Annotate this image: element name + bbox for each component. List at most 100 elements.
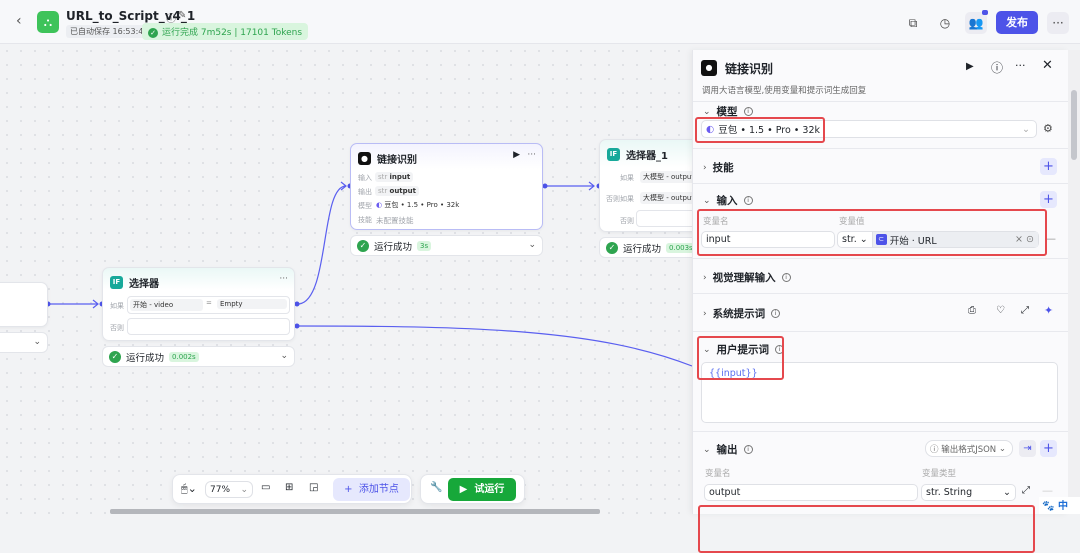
add-output-button[interactable]: + (1040, 440, 1057, 457)
vision-section: › 视觉理解输入 i (693, 258, 1069, 293)
panel-description: 调用大语言模型,使用变量和提示词生成回复 (702, 86, 867, 96)
history-icon[interactable]: ◷ (934, 12, 956, 34)
import-icon[interactable]: ⇥ (1019, 440, 1036, 457)
add-input-button[interactable]: + (1040, 191, 1057, 208)
add-skill-button[interactable]: + (1040, 158, 1057, 175)
section-label: 输出 (716, 444, 738, 456)
if-label: 如果 (620, 174, 634, 182)
node-config-panel: ● 链接识别 ▶ ⓘ ··· ✕ 调用大语言模型,使用变量和提示词生成回复 ⌄ 模… (692, 50, 1069, 553)
status-time: 3s (417, 240, 432, 251)
collaborators-icon[interactable]: 👥 (965, 12, 987, 34)
start-node[interactable] (0, 282, 48, 327)
section-label: 技能 (712, 162, 734, 174)
ime-indicator[interactable]: 🐾 中 (1039, 497, 1080, 514)
mouse-mode-icon[interactable]: 🖱⌄ (181, 482, 197, 496)
settings-icon[interactable]: ⚙ (1043, 122, 1053, 135)
status-text: 运行成功 (126, 352, 165, 364)
template-icon[interactable]: ⎙ (968, 305, 976, 316)
output-section: ⌄ 输出 i ⓘ 输出格式JSON ⌄ ⇥ + 变量名 变量类型 output st… (693, 431, 1069, 514)
chevron-down-icon: ⌄ (1003, 487, 1011, 498)
input-value: input (389, 173, 411, 181)
more-icon[interactable]: ··· (1015, 59, 1026, 72)
canvas-horizontal-scrollbar[interactable] (110, 509, 600, 514)
status-time: 0.002s (169, 351, 199, 362)
selector-node[interactable]: IF 选择器 ··· 如果 开始 - video = Empty 否则 (102, 267, 295, 341)
node-title: 选择器 (129, 279, 159, 290)
output-name-value: output (709, 487, 741, 498)
panel-scrollbar[interactable] (1068, 50, 1080, 514)
check-icon: ✓ (357, 239, 369, 252)
lightbulb-icon[interactable]: ♡ (996, 305, 1005, 316)
check-icon: ✓ (148, 28, 158, 38)
panel-title: 链接识别 (725, 62, 774, 76)
output-name-field[interactable]: output (704, 484, 918, 501)
test-run-label: 试运行 (474, 484, 505, 495)
column-header: 变量名 (705, 469, 731, 479)
copy-icon[interactable]: ⧉ (902, 12, 924, 34)
highlight-box (697, 209, 1047, 256)
run-status-badge: ✓ 运行完成 7m52s | 17101 Tokens (142, 23, 309, 40)
skill-label: 技能 (358, 216, 372, 224)
llm-icon: ● (358, 152, 371, 165)
if-icon: IF (110, 276, 123, 289)
link-recognition-node[interactable]: ● 链接识别 ▶ ··· 输入 str input 输出 str output 模… (350, 143, 543, 230)
remove-icon[interactable]: — (1042, 484, 1053, 497)
check-icon: ✓ (109, 350, 121, 363)
elif-condition: 大模型 - output (640, 192, 700, 204)
run-toolbar: 🔧 ▶ 试运行 (420, 474, 525, 504)
chevron-down-icon[interactable]: ⌄ (280, 351, 288, 361)
doubao-icon: ◐ (376, 201, 383, 209)
output-format-select[interactable]: ⓘ 输出格式JSON ⌄ (925, 440, 1013, 457)
else-label: 否则 (620, 217, 634, 225)
add-node-label: 添加节点 (358, 484, 399, 495)
run-icon[interactable]: ▶ (966, 61, 974, 72)
node-title: 选择器_1 (626, 151, 668, 162)
elif-label: 否则如果 (606, 195, 634, 203)
output-type-select[interactable]: str. String ⌄ (921, 484, 1016, 501)
edit-icon[interactable]: ✎ (178, 10, 186, 21)
if-condition: 大模型 - output (640, 171, 700, 183)
debug-icon[interactable]: 🔧 (430, 482, 442, 493)
play-icon[interactable]: ▶ (513, 150, 520, 160)
section-label: 视觉理解输入 (712, 272, 776, 284)
selector-status[interactable]: ✓ 运行成功 0.002s ⌄ (102, 346, 295, 367)
expand-icon[interactable]: ⤢ (1021, 305, 1029, 316)
minimap-icon[interactable]: ◲ (309, 482, 318, 493)
test-run-button[interactable]: ▶ 试运行 (448, 478, 516, 501)
condition-left: 开始 - video (130, 299, 203, 311)
input-type: str (378, 173, 388, 181)
output-label: 输出 (358, 188, 372, 196)
skills-section: › 技能 + (693, 148, 1069, 183)
start-node-status[interactable]: ⌄ (0, 332, 48, 353)
more-icon[interactable]: ··· (1047, 12, 1069, 34)
autosave-label: 已自动保存 16:53:46 (66, 25, 153, 38)
more-icon[interactable]: ··· (279, 274, 288, 284)
close-icon[interactable]: ✕ (1042, 58, 1053, 73)
condition-operator: = (206, 299, 212, 307)
highlight-box (697, 336, 784, 380)
ai-sparkle-icon[interactable]: ✦ (1044, 304, 1053, 317)
if-label: 如果 (110, 302, 124, 310)
help-icon[interactable]: ⓘ (991, 59, 1003, 76)
run-status-text: 运行完成 7m52s | 17101 Tokens (162, 28, 303, 38)
publish-button[interactable]: 发布 (996, 11, 1038, 34)
canvas-toolbar: 🖱⌄ 77% ⌄ ▭ ⊞ ◲ + 添加节点 (172, 474, 412, 504)
model-label: 模型 (358, 202, 372, 210)
add-node-button[interactable]: + 添加节点 (333, 478, 410, 501)
else-label: 否则 (110, 324, 124, 332)
chevron-down-icon[interactable]: ⌄ (33, 337, 41, 347)
zoom-select[interactable]: 77% ⌄ (205, 481, 253, 498)
model-value: 豆包 • 1.5 • Pro • 32k (384, 201, 460, 209)
expand-icon[interactable]: ⤢ (1022, 485, 1030, 496)
column-header: 变量类型 (922, 469, 957, 479)
output-type-value: str. String (926, 487, 973, 498)
top-bar: ‹ ⛬ URL_to_Script_v4_1 ⓘ ✎ 已自动保存 16:53:4… (0, 0, 1080, 44)
edge-selector-link (298, 185, 347, 305)
back-icon[interactable]: ‹ (16, 13, 22, 29)
comment-icon[interactable]: ▭ (261, 482, 270, 493)
more-icon[interactable]: ··· (527, 150, 536, 160)
link-status[interactable]: ✓ 运行成功 3s ⌄ (350, 235, 543, 256)
skill-value: 未配置技能 (376, 216, 414, 225)
chevron-down-icon[interactable]: ⌄ (528, 240, 536, 250)
layout-icon[interactable]: ⊞ (285, 482, 293, 493)
